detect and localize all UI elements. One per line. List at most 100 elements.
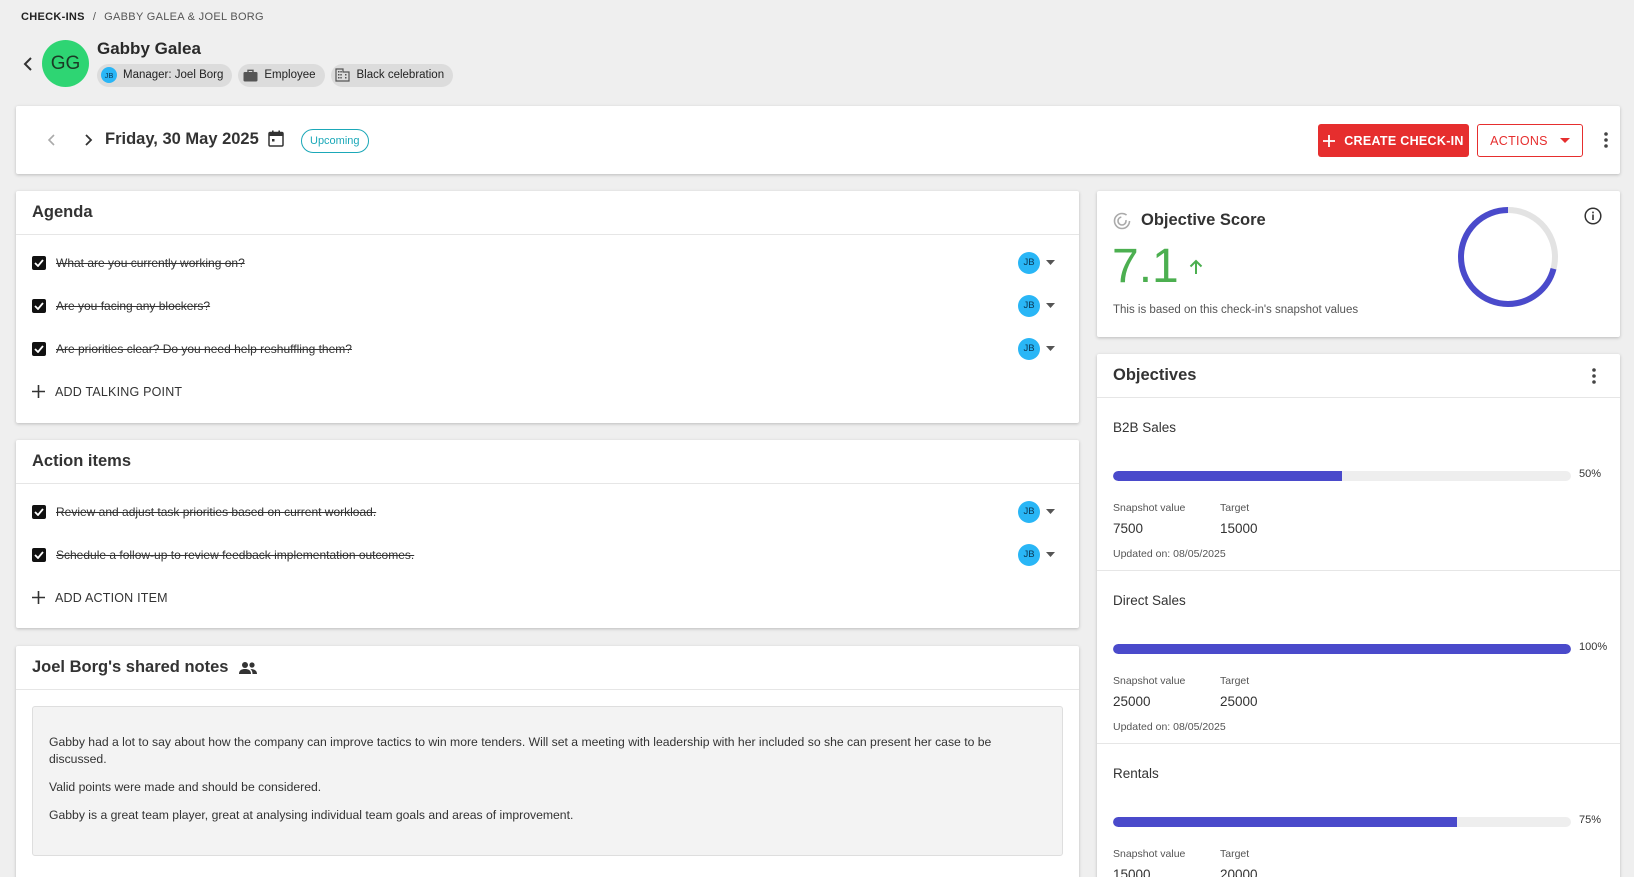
agenda-checkbox[interactable] (32, 255, 46, 270)
snapshot-label: Snapshot value (1113, 848, 1186, 860)
caret-down-icon (1046, 509, 1055, 514)
caret-down-icon (1046, 346, 1055, 351)
info-icon[interactable] (1584, 207, 1602, 230)
objective-percent: 50% (1579, 468, 1602, 480)
agenda-item-text[interactable]: Are priorities clear? Do you need help r… (56, 342, 352, 356)
objective-percent: 100% (1579, 641, 1608, 653)
list-item: What are you currently working on? JB (16, 241, 1079, 284)
check-icon (34, 301, 44, 310)
target-value: 20000 (1220, 867, 1258, 877)
plus-icon (32, 385, 45, 398)
avatar: GG (42, 40, 89, 87)
action-items-card: Action items Review and adjust task prio… (16, 440, 1079, 628)
chevron-right-icon (85, 134, 93, 146)
agenda-item-text[interactable]: What are you currently working on? (56, 256, 245, 270)
more-options-icon[interactable] (1596, 128, 1616, 152)
add-action-item-button[interactable]: ADD ACTION ITEM (16, 576, 1079, 619)
chevron-left-icon (47, 134, 55, 146)
assignee-dropdown[interactable]: JB (1018, 251, 1055, 274)
objective-progress-fill (1113, 817, 1457, 827)
manager-avatar: JB (101, 67, 117, 83)
agenda-title: Agenda (16, 191, 1079, 235)
objectives-card: Objectives B2B Sales 50% Snapshot value … (1097, 354, 1620, 877)
objective-score-card: Objective Score 7.1 This is based on thi… (1097, 191, 1620, 337)
objective-score-caption: This is based on this check-in's snapsho… (1113, 304, 1359, 316)
agenda-item-text[interactable]: Are you facing any blockers? (56, 299, 210, 313)
employee-header: GG Gabby Galea JB Manager: Joel Borg Emp… (16, 39, 454, 87)
assignee-dropdown[interactable]: JB (1018, 294, 1055, 317)
plus-icon (32, 591, 45, 604)
shared-notes-content[interactable]: Gabby had a lot to say about how the com… (32, 706, 1063, 856)
objective-percent: 75% (1579, 814, 1602, 826)
actions-dropdown-button[interactable]: ACTIONS (1477, 124, 1583, 157)
action-item-checkbox[interactable] (32, 504, 46, 519)
note-paragraph: Gabby is a great team player, great at a… (49, 808, 574, 822)
objectives-more-icon[interactable] (1584, 364, 1604, 388)
assignee-avatar: JB (1018, 337, 1040, 360)
breadcrumb-checkins-link[interactable]: CHECK-INS (21, 11, 85, 23)
department-chip-label: Black celebration (356, 69, 445, 81)
agenda-card: Agenda What are you currently working on… (16, 191, 1079, 423)
action-item-text[interactable]: Review and adjust task priorities based … (56, 505, 376, 519)
objective-score-number: 7.1 (1112, 240, 1179, 293)
assignee-avatar: JB (1018, 500, 1040, 523)
check-icon (34, 258, 44, 267)
objectives-header: Objectives (1097, 354, 1620, 398)
caret-down-icon (1046, 303, 1055, 308)
plus-icon (1323, 134, 1336, 147)
snapshot-value: 15000 (1113, 867, 1151, 877)
shared-notes-title: Joel Borg's shared notes (16, 646, 1079, 690)
objective-progress-bar (1113, 471, 1571, 481)
check-icon (34, 344, 44, 353)
note-paragraph: Valid points were made and should be con… (49, 780, 322, 794)
objective-item[interactable]: B2B Sales 50% Snapshot value 7500 Target… (1097, 398, 1620, 571)
add-talking-point-label: ADD TALKING POINT (55, 384, 183, 399)
action-item-checkbox[interactable] (32, 547, 46, 562)
agenda-checkbox[interactable] (32, 341, 46, 356)
manager-chip-label: Manager: Joel Borg (123, 69, 224, 81)
caret-down-icon (1046, 260, 1055, 265)
objective-item[interactable]: Rentals 75% Snapshot value 15000 Target … (1097, 744, 1620, 877)
objective-item[interactable]: Direct Sales 100% Snapshot value 25000 T… (1097, 571, 1620, 744)
arrow-up-icon (1189, 259, 1202, 274)
breadcrumb: CHECK-INS / GABBY GALEA & JOEL BORG (21, 11, 264, 23)
calendar-icon[interactable] (268, 130, 284, 152)
assignee-avatar: JB (1018, 543, 1040, 566)
add-talking-point-button[interactable]: ADD TALKING POINT (16, 370, 1079, 413)
next-date-button[interactable] (78, 130, 98, 150)
objective-updated: Updated on: 08/05/2025 (1113, 721, 1226, 733)
assignee-dropdown[interactable]: JB (1018, 337, 1055, 360)
list-item: Schedule a follow-up to review feedback … (16, 533, 1079, 576)
role-chip: Employee (238, 63, 325, 87)
agenda-checkbox[interactable] (32, 298, 46, 313)
objective-score-title-text: Objective Score (1141, 211, 1266, 229)
manager-chip: JB Manager: Joel Borg (97, 63, 233, 87)
building-icon (335, 67, 351, 83)
checkin-date: Friday, 30 May 2025 (105, 130, 259, 148)
employee-info: Gabby Galea JB Manager: Joel Borg Employ… (97, 39, 454, 87)
shared-notes-title-text: Joel Borg's shared notes (32, 658, 229, 676)
breadcrumb-current: GABBY GALEA & JOEL BORG (104, 11, 264, 23)
status-badge: Upcoming (301, 129, 369, 153)
action-items-title: Action items (16, 440, 1079, 484)
previous-date-button[interactable] (42, 130, 62, 150)
target-value: 25000 (1220, 694, 1258, 709)
caret-down-icon (1046, 552, 1055, 557)
department-chip: Black celebration (330, 63, 454, 87)
snapshot-label: Snapshot value (1113, 502, 1186, 514)
create-checkin-label: CREATE CHECK-IN (1344, 133, 1464, 148)
target-value-group: Target 25000 (1220, 675, 1258, 709)
assignee-dropdown[interactable]: JB (1018, 543, 1055, 566)
back-button[interactable] (16, 52, 40, 76)
objective-score-title: Objective Score (1113, 211, 1266, 230)
briefcase-icon (242, 67, 258, 83)
snapshot-value: 7500 (1113, 521, 1144, 536)
assignee-dropdown[interactable]: JB (1018, 500, 1055, 523)
objectives-title: Objectives (1113, 366, 1197, 384)
target-value-group: Target 20000 (1220, 848, 1258, 877)
snapshot-value: 25000 (1113, 694, 1151, 709)
action-item-text[interactable]: Schedule a follow-up to review feedback … (56, 548, 414, 562)
create-checkin-button[interactable]: CREATE CHECK-IN (1318, 124, 1469, 157)
actions-label: ACTIONS (1490, 133, 1548, 148)
check-icon (34, 550, 44, 559)
